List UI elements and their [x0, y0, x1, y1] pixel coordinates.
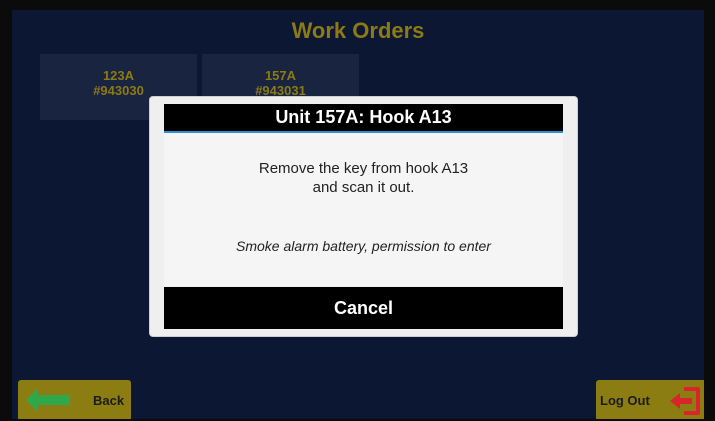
cancel-button[interactable]: Cancel — [164, 287, 563, 329]
page-title: Work Orders — [291, 18, 425, 43]
work-order-unit: 123A — [102, 68, 135, 83]
work-order-number: #943031 — [255, 83, 306, 98]
modal-note: Smoke alarm battery, permission to enter — [236, 238, 491, 254]
modal-body: Remove the key from hook A13 and scan it… — [164, 133, 563, 286]
arrow-left-icon — [26, 388, 70, 415]
modal-title: Unit 157A: Hook A13 — [164, 104, 563, 133]
modal-message-line: and scan it out. — [312, 179, 415, 196]
logout-button[interactable]: Log Out — [596, 380, 704, 419]
logout-label: Log Out — [600, 393, 650, 408]
work-order-number: #943030 — [93, 83, 144, 98]
hook-modal: Unit 157A: Hook A13 Remove the key from … — [150, 97, 577, 336]
back-button[interactable]: Back — [18, 380, 131, 419]
work-order-unit: 157A — [264, 68, 297, 83]
back-label: Back — [93, 393, 125, 408]
device-frame: Work Orders 123A #943030 157A #943031 Ba… — [0, 0, 715, 421]
exit-door-icon — [668, 386, 702, 419]
modal-message-line: Remove the key from hook A13 — [258, 160, 469, 177]
modal-message: Remove the key from hook A13 and scan it… — [164, 159, 563, 197]
